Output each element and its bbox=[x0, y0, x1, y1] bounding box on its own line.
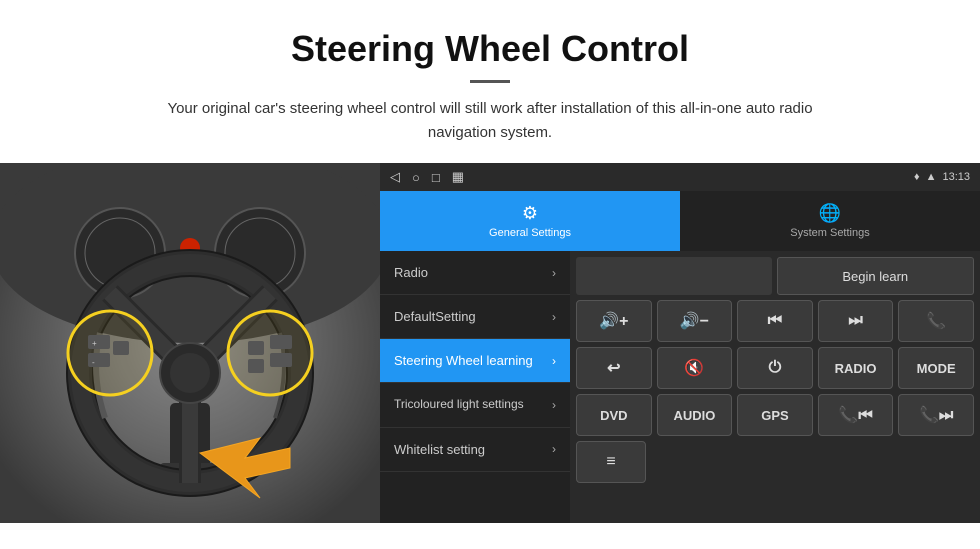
page-wrapper: Steering Wheel Control Your original car… bbox=[0, 0, 980, 523]
status-left: ◁ ○ □ ▦ bbox=[390, 169, 464, 185]
radio-button[interactable]: RADIO bbox=[818, 347, 894, 389]
recents-icon[interactable]: □ bbox=[432, 170, 440, 185]
begin-learn-button[interactable]: Begin learn bbox=[777, 257, 975, 295]
misc-controls-row: ↩ 🔇 ⏻ RADIO MODE bbox=[576, 347, 974, 389]
menu-default-label: DefaultSetting bbox=[394, 309, 476, 324]
menu-steering-chevron: › bbox=[552, 354, 556, 368]
android-panel: ◁ ○ □ ▦ ♦ ▲ 13:13 ⚙ General Settings bbox=[380, 163, 980, 523]
back-icon[interactable]: ◁ bbox=[390, 169, 400, 185]
menu-item-radio[interactable]: Radio › bbox=[380, 251, 570, 295]
tab-general-label: General Settings bbox=[489, 227, 571, 239]
menu-radio-chevron: › bbox=[552, 266, 556, 280]
header-section: Steering Wheel Control Your original car… bbox=[0, 0, 980, 163]
list-row: ≡ bbox=[576, 441, 974, 483]
tab-bar: ⚙ General Settings 🌐 System Settings bbox=[380, 191, 980, 251]
menu-whitelist-chevron: › bbox=[552, 442, 556, 456]
steering-wheel-image: + - bbox=[0, 163, 380, 523]
svg-text:+: + bbox=[92, 339, 97, 348]
mode-button[interactable]: MODE bbox=[898, 347, 974, 389]
mute-button[interactable]: 🔇 bbox=[657, 347, 733, 389]
status-right: ♦ ▲ 13:13 bbox=[914, 171, 970, 183]
car-image-section: + - bbox=[0, 163, 380, 523]
dvd-button[interactable]: DVD bbox=[576, 394, 652, 436]
begin-learn-row: Begin learn bbox=[576, 257, 974, 295]
menu-tricoloured-label: Tricoloured light settings bbox=[394, 397, 524, 413]
main-content: + - ◁ ○ □ bbox=[0, 163, 980, 523]
source-controls-row: DVD AUDIO GPS 📞⏮ 📞⏭ bbox=[576, 394, 974, 436]
menu-item-whitelist[interactable]: Whitelist setting › bbox=[380, 428, 570, 472]
tab-system-settings[interactable]: 🌐 System Settings bbox=[680, 191, 980, 251]
prev-track-button[interactable]: ⏮ bbox=[737, 300, 813, 342]
status-bar: ◁ ○ □ ▦ ♦ ▲ 13:13 bbox=[380, 163, 980, 191]
location-icon: ♦ bbox=[914, 171, 920, 183]
signal-icon: ▲ bbox=[926, 171, 937, 183]
phone-button[interactable]: 📞 bbox=[898, 300, 974, 342]
menu-item-tricoloured[interactable]: Tricoloured light settings › bbox=[380, 383, 570, 428]
status-time: 13:13 bbox=[942, 171, 970, 183]
menu-radio-label: Radio bbox=[394, 265, 428, 280]
menu-whitelist-label: Whitelist setting bbox=[394, 442, 485, 457]
volume-up-button[interactable]: 🔊+ bbox=[576, 300, 652, 342]
screenshot-icon[interactable]: ▦ bbox=[452, 169, 464, 185]
phone-prev-button[interactable]: 📞⏮ bbox=[818, 394, 894, 436]
hang-up-button[interactable]: ↩ bbox=[576, 347, 652, 389]
svg-text:-: - bbox=[92, 358, 95, 367]
tab-general-settings[interactable]: ⚙ General Settings bbox=[380, 191, 680, 251]
page-title: Steering Wheel Control bbox=[60, 28, 920, 70]
system-settings-icon: 🌐 bbox=[819, 203, 841, 224]
tab-system-label: System Settings bbox=[790, 227, 869, 239]
header-subtitle: Your original car's steering wheel contr… bbox=[140, 97, 840, 145]
list-button[interactable]: ≡ bbox=[576, 441, 646, 483]
right-controls-panel: Begin learn 🔊+ 🔊− ⏮ ⏭ 📞 ↩ 🔇 bbox=[570, 251, 980, 523]
media-controls-row: 🔊+ 🔊− ⏮ ⏭ 📞 bbox=[576, 300, 974, 342]
phone-next-button[interactable]: 📞⏭ bbox=[898, 394, 974, 436]
content-area: Radio › DefaultSetting › Steering Wheel … bbox=[380, 251, 980, 523]
gps-button[interactable]: GPS bbox=[737, 394, 813, 436]
menu-tricoloured-chevron: › bbox=[552, 398, 556, 412]
menu-item-default-setting[interactable]: DefaultSetting › bbox=[380, 295, 570, 339]
empty-placeholder-box bbox=[576, 257, 772, 295]
menu-steering-label: Steering Wheel learning bbox=[394, 353, 533, 368]
next-track-button[interactable]: ⏭ bbox=[818, 300, 894, 342]
menu-item-steering-wheel[interactable]: Steering Wheel learning › bbox=[380, 339, 570, 383]
begin-learn-label: Begin learn bbox=[842, 269, 908, 284]
title-divider bbox=[470, 80, 510, 83]
left-menu: Radio › DefaultSetting › Steering Wheel … bbox=[380, 251, 570, 523]
audio-button[interactable]: AUDIO bbox=[657, 394, 733, 436]
menu-default-chevron: › bbox=[552, 310, 556, 324]
power-button[interactable]: ⏻ bbox=[737, 347, 813, 389]
general-settings-icon: ⚙ bbox=[522, 203, 538, 224]
volume-down-button[interactable]: 🔊− bbox=[657, 300, 733, 342]
home-icon[interactable]: ○ bbox=[412, 170, 420, 185]
